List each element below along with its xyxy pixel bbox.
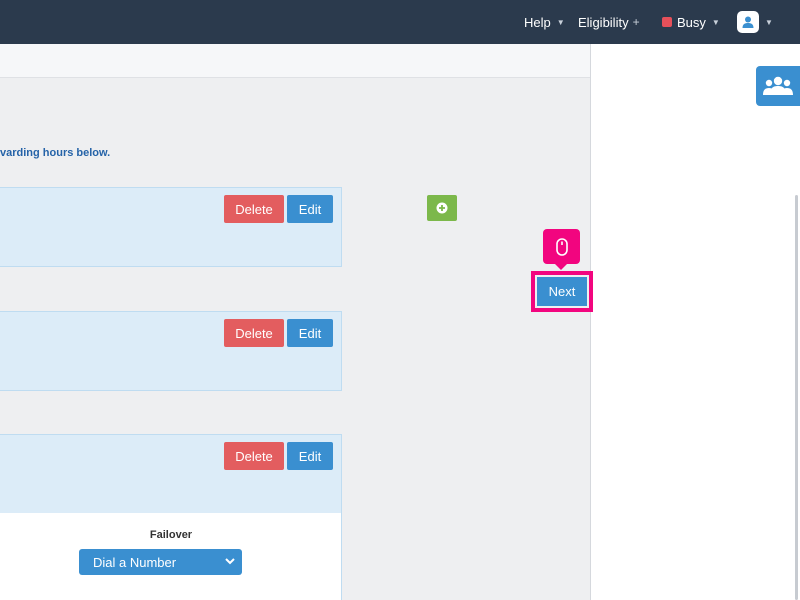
group-panel-button[interactable]	[756, 66, 800, 106]
caret-down-icon: ▼	[556, 17, 565, 27]
avatar	[737, 11, 759, 33]
failover-select[interactable]: Dial a Number	[79, 549, 242, 575]
tooltip-arrow	[555, 264, 567, 270]
add-rule-button[interactable]	[427, 195, 457, 221]
plus-circle-icon	[436, 202, 448, 214]
top-navigation-bar: Help ▼ Eligibility + Busy ▼ ▼	[0, 0, 800, 44]
sub-header-bar	[0, 44, 590, 78]
right-side-panel	[590, 44, 800, 600]
chevron-down-icon	[225, 558, 235, 565]
delete-button[interactable]: Delete	[224, 195, 284, 223]
status-menu[interactable]: Busy ▼	[662, 0, 720, 44]
failover-panel: Failover Dial a Number	[0, 513, 342, 600]
edit-button[interactable]: Edit	[287, 442, 333, 470]
delete-button[interactable]: Delete	[224, 319, 284, 347]
edit-button[interactable]: Edit	[287, 319, 333, 347]
status-indicator	[662, 17, 672, 27]
failover-selected-value: Dial a Number	[93, 554, 177, 570]
mouse-icon	[555, 237, 568, 256]
delete-button[interactable]: Delete	[224, 442, 284, 470]
caret-down-icon: ▼	[711, 17, 720, 27]
forwarding-hours-instruction: varding hours below.	[0, 147, 111, 159]
user-icon	[742, 16, 754, 28]
scrollbar[interactable]	[795, 195, 798, 600]
failover-label: Failover	[149, 529, 193, 541]
click-hint-tooltip	[543, 229, 580, 264]
help-label: Help	[524, 14, 551, 30]
caret-down-icon: ▼	[765, 17, 773, 27]
status-label: Busy	[677, 14, 706, 30]
eligibility-label: Eligibility	[578, 14, 629, 30]
plus-icon: +	[632, 15, 640, 29]
forwarding-rule-card: Delete Edit	[0, 187, 342, 267]
edit-button[interactable]: Edit	[287, 195, 333, 223]
forwarding-rule-card: Delete Edit	[0, 434, 342, 514]
users-group-icon	[763, 76, 793, 95]
forwarding-rule-card: Delete Edit	[0, 311, 342, 391]
user-menu[interactable]: ▼	[737, 0, 773, 44]
eligibility-menu[interactable]: Eligibility +	[578, 0, 640, 44]
help-menu[interactable]: Help ▼	[524, 0, 565, 44]
next-button[interactable]: Next	[537, 277, 587, 306]
